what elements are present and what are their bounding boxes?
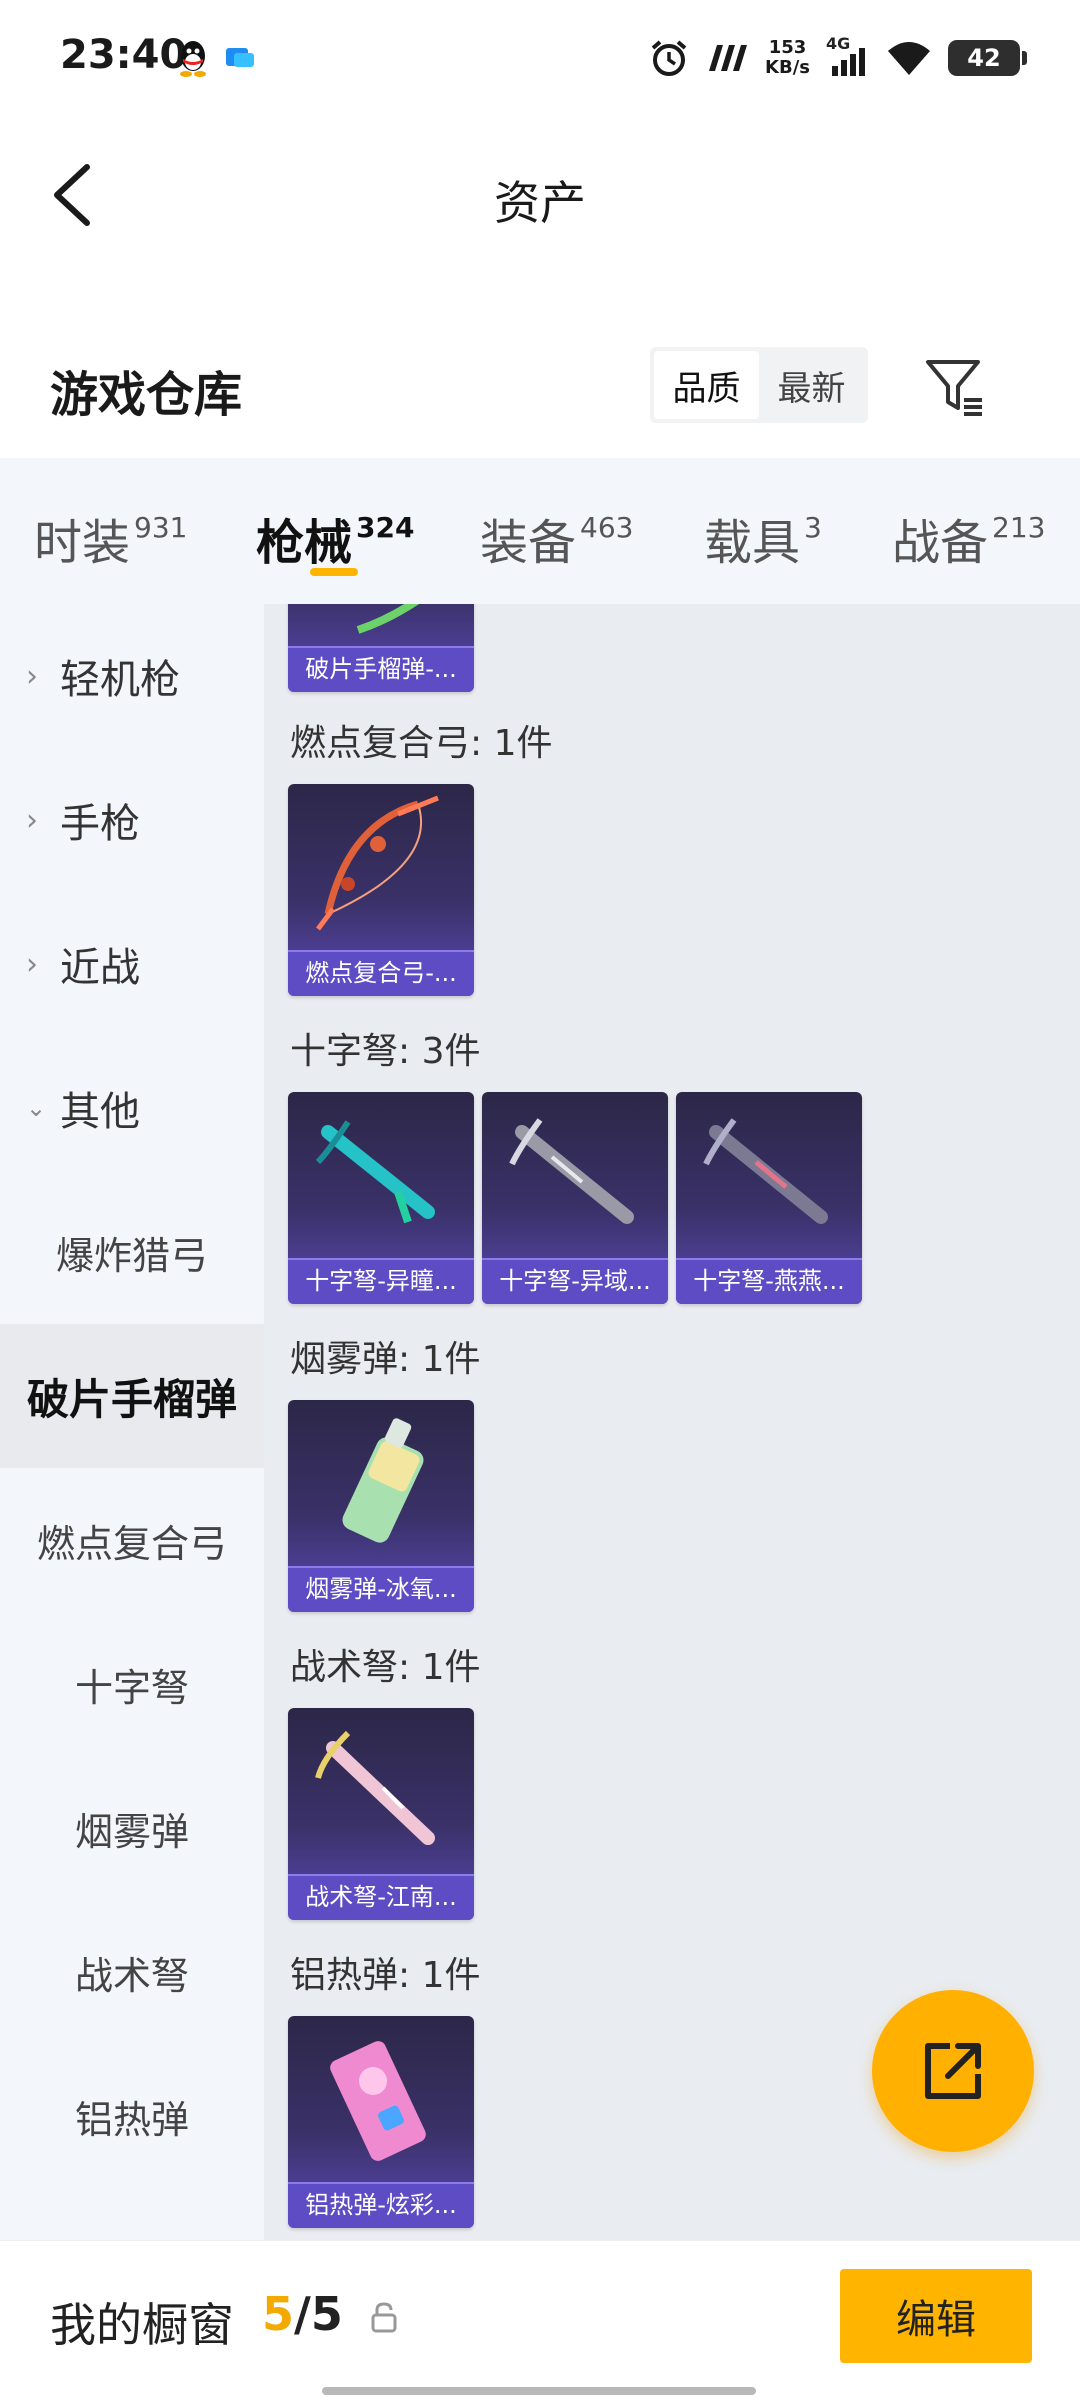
alarm-icon [651, 40, 687, 76]
item-card[interactable]: 燃点复合弓-... [288, 784, 474, 996]
tab-fashion[interactable]: 时装 931 [34, 503, 187, 573]
filter-button[interactable] [920, 352, 990, 422]
status-bar: 23:40 153 KB/s 4G 42 [0, 0, 1080, 115]
crossbow-art [703, 1118, 828, 1224]
status-icons: 153 KB/s 4G 42 [649, 30, 1027, 86]
chevron-right-icon: › [26, 946, 38, 982]
category-tabs: 时装 931 枪械 324 装备 463 载具 3 战备 213 [0, 458, 1080, 604]
compound-bow-art [316, 795, 439, 931]
grenade-art [356, 604, 420, 634]
item-card[interactable]: 烟雾弹-冰氧... [288, 1400, 474, 1612]
signal-icon: 4G [826, 34, 870, 78]
sidebar-item-frag-grenade[interactable]: 破片手榴弹 [0, 1324, 264, 1468]
active-tab-indicator [310, 568, 358, 576]
item-card[interactable]: 战术弩-江南... [288, 1708, 474, 1920]
showcase-label: 我的橱窗 [50, 2298, 234, 2352]
item-card[interactable]: 十字弩-异域... [482, 1092, 668, 1304]
section-title: 游戏仓库 [50, 367, 243, 423]
group-label: 烟雾弹: 1件 [290, 1339, 481, 1380]
chevron-down-icon: ⌄ [26, 1094, 47, 1122]
item-card[interactable]: 破片手榴弹-... [288, 604, 474, 692]
sidebar: › 轻机枪 › 手枪 › 近战 ⌄ 其他 爆炸猎弓 破片手榴弹 燃点复合弓 十字… [0, 604, 264, 2240]
tactical-crossbow-art [315, 1730, 435, 1845]
share-fab[interactable] [872, 1990, 1034, 2152]
sort-option-quality[interactable]: 品质 [654, 351, 759, 419]
wifi-icon [888, 42, 930, 75]
sidebar-item-other[interactable]: ⌄ 其他 [0, 1036, 264, 1180]
app-icon [226, 48, 254, 67]
item-card[interactable]: 十字弩-异瞳... [288, 1092, 474, 1304]
status-time: 23:40 [60, 32, 188, 78]
thermite-art [330, 2041, 426, 2161]
home-indicator[interactable] [322, 2387, 756, 2395]
tab-vehicles[interactable]: 载具 3 [704, 503, 822, 573]
sidebar-item-explosive-bow[interactable]: 爆炸猎弓 [0, 1180, 264, 1324]
group-label: 铝热弹: 1件 [290, 1955, 481, 1996]
edit-button[interactable]: 编辑 [840, 2269, 1032, 2363]
sidebar-item-light-machine-gun[interactable]: › 轻机枪 [0, 604, 264, 748]
nfc-icon [709, 45, 748, 71]
showcase-count: 5/5 [262, 2287, 343, 2341]
group-label: 十字弩: 3件 [290, 1031, 481, 1072]
bottom-bar: 我的橱窗 5/5 编辑 [0, 2240, 1080, 2400]
tab-equipment[interactable]: 装备 463 [480, 503, 633, 573]
qq-icon [180, 41, 206, 77]
sidebar-item-tactical-crossbow[interactable]: 战术弩 [0, 1900, 264, 2044]
item-card[interactable]: 十字弩-燕燕... [676, 1092, 862, 1304]
lock-icon[interactable] [370, 2301, 398, 2333]
sidebar-item-smoke-grenade[interactable]: 烟雾弹 [0, 1756, 264, 1900]
chevron-right-icon: › [26, 658, 38, 694]
tab-supplies[interactable]: 战备 213 [892, 503, 1045, 573]
crossbow-art [315, 1120, 435, 1224]
page-title: 资产 [494, 176, 586, 230]
tab-firearms[interactable]: 枪械 324 [256, 503, 414, 573]
sidebar-item-crossbow[interactable]: 十字弩 [0, 1612, 264, 1756]
sidebar-item-thermite[interactable]: 铝热弹 [0, 2044, 264, 2188]
group-label: 燃点复合弓: 1件 [290, 723, 553, 764]
net-speed: 153 KB/s [765, 37, 810, 78]
sidebar-item-compound-bow[interactable]: 燃点复合弓 [0, 1468, 264, 1612]
sort-toggle: 品质 最新 [650, 347, 868, 423]
sidebar-item-melee[interactable]: › 近战 [0, 892, 264, 1036]
filter-icon [926, 360, 982, 416]
share-external-icon [925, 2043, 981, 2099]
smoke-grenade-art [342, 1418, 424, 1543]
group-label: 战术弩: 1件 [290, 1647, 481, 1688]
sort-option-newest[interactable]: 最新 [759, 351, 864, 419]
sidebar-item-pistol[interactable]: › 手枪 [0, 748, 264, 892]
header: 资产 [0, 115, 1080, 275]
chevron-right-icon: › [26, 802, 38, 838]
crossbow-art [509, 1118, 634, 1224]
item-card[interactable]: 铝热弹-炫彩... [288, 2016, 474, 2228]
battery-icon: 42 [948, 40, 1027, 76]
